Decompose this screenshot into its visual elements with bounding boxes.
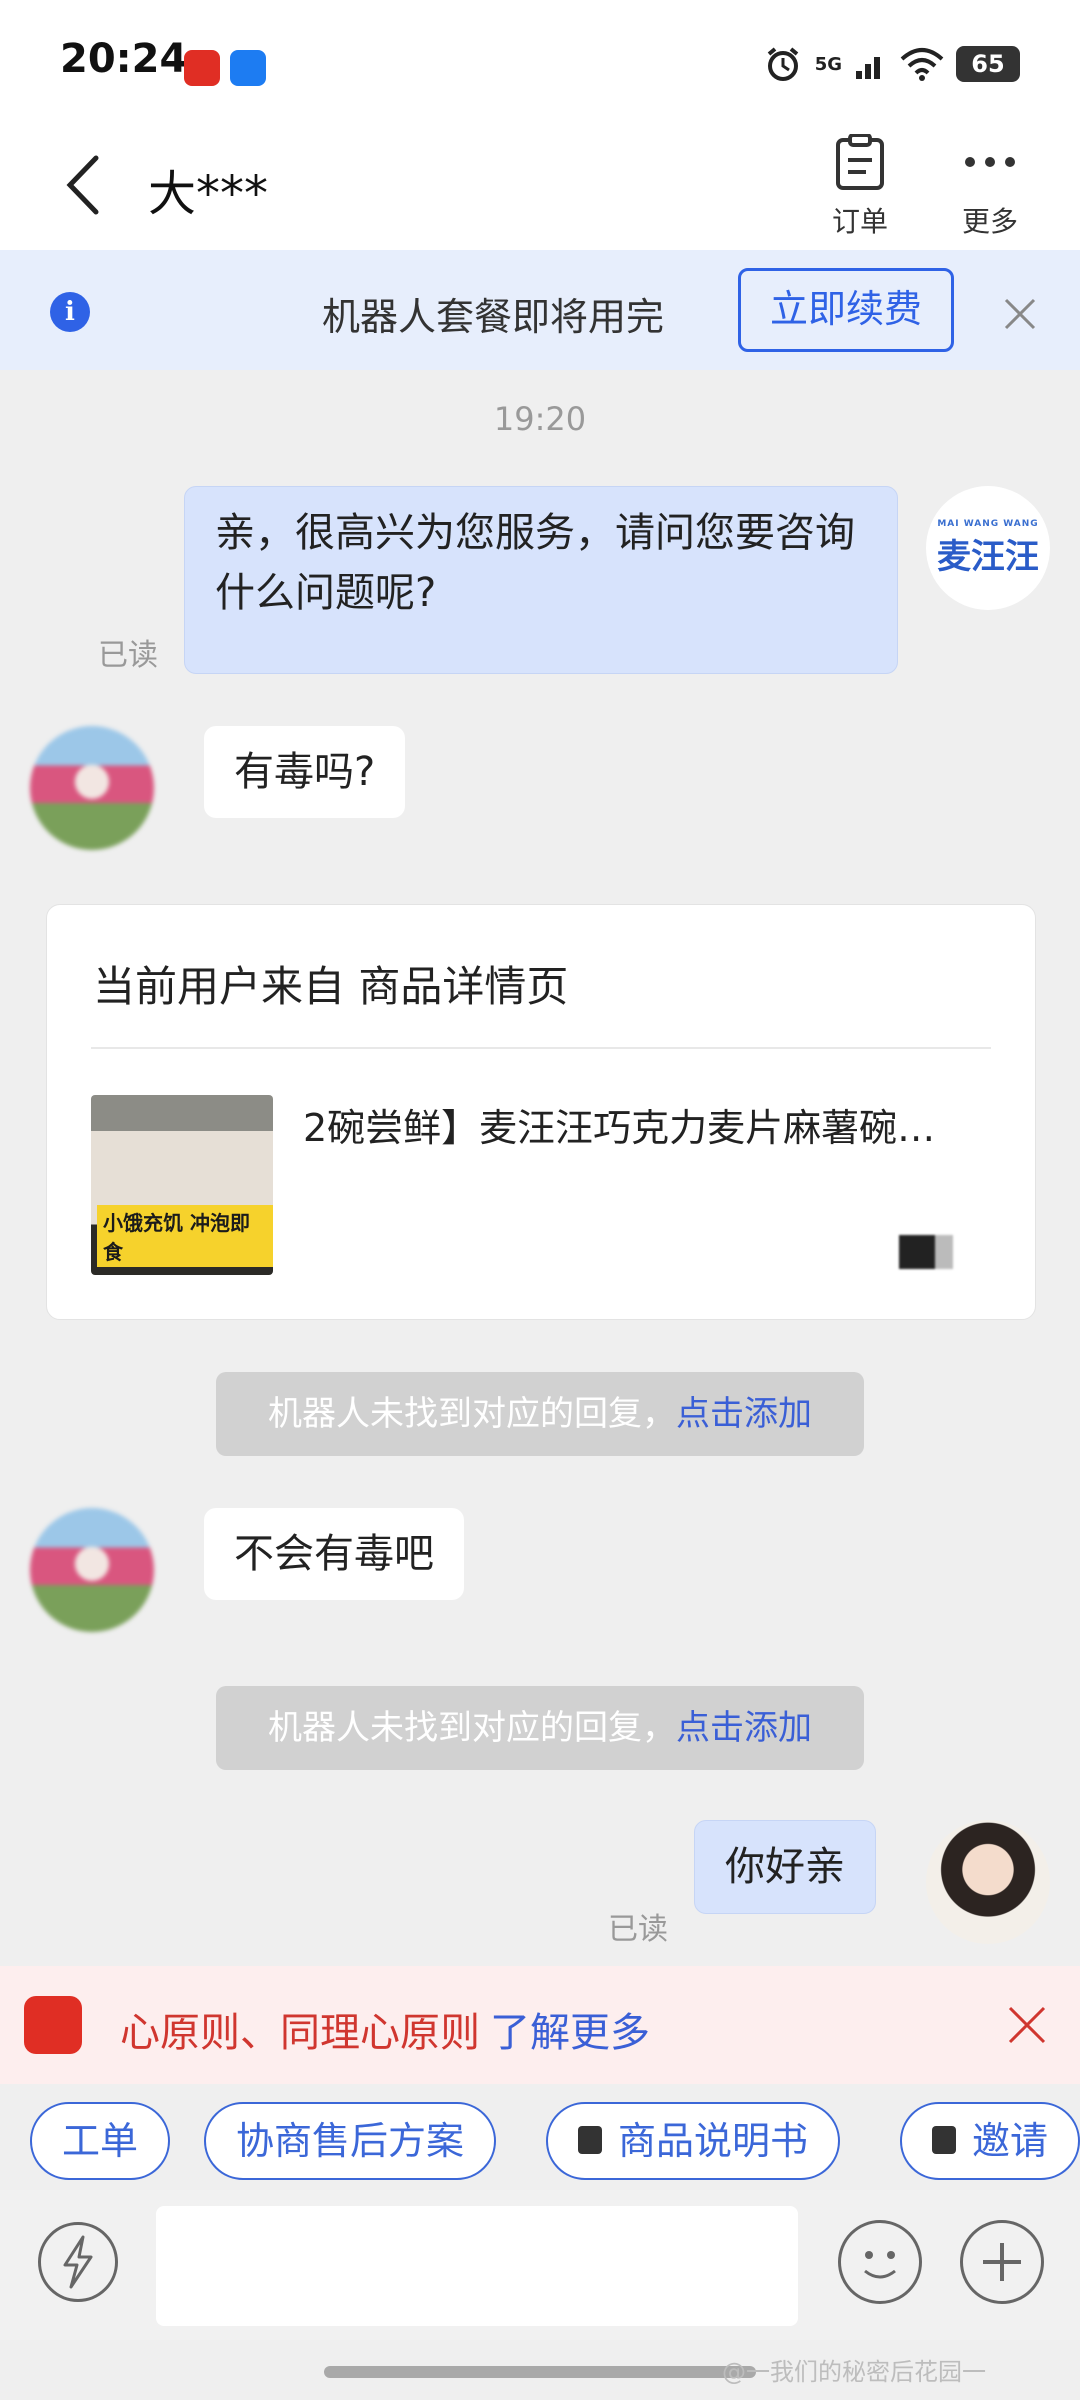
- card-title: 当前用户来自 商品详情页: [93, 962, 569, 1011]
- lightning-icon: [63, 2235, 93, 2289]
- outgoing-message-bubble[interactable]: 亲，很高兴为您服务，请问您要咨询什么问题呢?: [184, 486, 898, 674]
- notice-text: 机器人未找到对应的回复，: [268, 1394, 676, 1434]
- tip-message: 心原则、同理心原则: [120, 2010, 480, 2056]
- chat-header: 大*** 订单 更多: [0, 120, 1080, 250]
- product-source-card[interactable]: 当前用户来自 商品详情页 小饿充饥 冲泡即食 2碗尝鲜】麦汪汪巧克力麦片麻薯碗…: [46, 904, 1036, 1320]
- signal-icon: [856, 57, 880, 79]
- add-reply-link[interactable]: 点击添加: [676, 1394, 812, 1434]
- agent-avatar[interactable]: [926, 1820, 1050, 1944]
- notice-text: 机器人未找到对应的回复，: [268, 1708, 676, 1748]
- incoming-message-bubble[interactable]: 不会有毒吧: [204, 1508, 464, 1600]
- plus-button[interactable]: [960, 2220, 1044, 2304]
- shop-avatar[interactable]: MAI WANG WANG 麦汪汪: [926, 486, 1050, 610]
- alarm-icon: [767, 47, 798, 81]
- wifi-icon: [900, 48, 944, 81]
- product-thumbnail[interactable]: 小饿充饥 冲泡即食: [91, 1095, 273, 1275]
- customer-avatar[interactable]: [30, 726, 154, 850]
- order-label: 订单: [831, 205, 888, 238]
- network-type: 5G: [814, 53, 842, 75]
- package-expiry-banner: i 机器人套餐即将用完 立即续费: [0, 250, 1080, 370]
- read-status: 已读: [608, 1912, 668, 1947]
- smiley-icon: [864, 2251, 896, 2279]
- robot-no-reply-notice: 机器人未找到对应的回复，点击添加: [216, 1686, 864, 1770]
- status-time: 20:24: [60, 36, 188, 82]
- info-icon: i: [50, 292, 90, 332]
- close-icon[interactable]: [1006, 2004, 1048, 2046]
- time-separator: 19:20: [493, 400, 587, 438]
- plus-icon: [983, 2243, 1021, 2281]
- incoming-message-bubble[interactable]: 有毒吗?: [204, 726, 406, 818]
- battery-indicator: 65: [956, 46, 1020, 82]
- close-icon[interactable]: [1000, 294, 1040, 334]
- product-name: 2碗尝鲜】麦汪汪巧克力麦片麻薯碗…: [303, 1106, 936, 1150]
- notification-app-icon: [230, 50, 266, 86]
- more-dots-icon: [965, 157, 1015, 167]
- quick-reply-button[interactable]: [38, 2222, 118, 2302]
- banner-text: 机器人套餐即将用完: [322, 295, 665, 339]
- more-button[interactable]: 更多: [940, 134, 1040, 244]
- brand-logo-small-text: MAI WANG WANG: [937, 518, 1039, 529]
- chip-label: 商品说明书: [618, 2119, 809, 2163]
- chip-invite[interactable]: 邀请: [900, 2102, 1080, 2180]
- brand-logo-text: 麦汪汪: [937, 536, 1039, 577]
- robot-no-reply-notice: 机器人未找到对应的回复，点击添加: [216, 1372, 864, 1456]
- divider: [91, 1047, 991, 1049]
- learn-more-link[interactable]: 了解更多: [490, 2010, 650, 2056]
- input-bar: [0, 2190, 1080, 2340]
- order-button[interactable]: 订单: [810, 133, 910, 244]
- chip-after-sales-plan[interactable]: 协商售后方案: [204, 2102, 497, 2180]
- product-image-tag: 小饿充饥 冲泡即食: [97, 1205, 273, 1267]
- pinduoduo-logo-icon: [24, 1996, 82, 2054]
- tip-text: 心原则、同理心原则 了解更多: [120, 2000, 650, 2058]
- book-icon: [578, 2125, 602, 2154]
- more-label: 更多: [961, 205, 1018, 238]
- status-icons: 5G 65: [763, 44, 1020, 84]
- quick-action-chips: 工单 协商售后方案 商品说明书 邀请: [0, 2102, 1080, 2182]
- customer-avatar[interactable]: [30, 1508, 154, 1632]
- home-indicator[interactable]: [324, 2366, 756, 2378]
- pinduoduo-app-icon: [184, 50, 220, 86]
- status-bar: 20:24 5G 65: [0, 0, 1080, 120]
- invite-icon: [932, 2125, 956, 2154]
- chip-label: 邀请: [972, 2119, 1049, 2163]
- chip-product-manual[interactable]: 商品说明书: [546, 2102, 841, 2180]
- clipboard-icon: [836, 133, 884, 190]
- product-price-blurred: [899, 1235, 989, 1269]
- chip-ticket[interactable]: 工单: [30, 2102, 171, 2180]
- renew-button[interactable]: 立即续费: [738, 268, 954, 352]
- emoji-button[interactable]: [838, 2220, 922, 2304]
- service-principle-tip-bar: 心原则、同理心原则 了解更多: [0, 1966, 1080, 2084]
- read-status: 已读: [98, 638, 158, 673]
- watermark-credit: @一我们的秘密后花园一: [722, 2358, 986, 2386]
- back-button[interactable]: [56, 150, 116, 220]
- chat-title: 大***: [148, 166, 269, 222]
- chat-screen: 20:24 5G 65 大*** 订单 更多 i 机器人套餐即将用完 立即续费 …: [0, 0, 1080, 2400]
- add-reply-link[interactable]: 点击添加: [676, 1708, 812, 1748]
- outgoing-message-bubble[interactable]: 你好亲: [694, 1820, 876, 1914]
- message-input[interactable]: [156, 2206, 798, 2326]
